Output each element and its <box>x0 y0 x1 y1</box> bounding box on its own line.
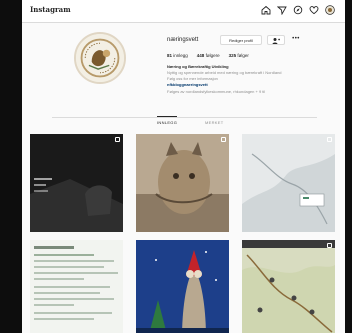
profile-avatar[interactable] <box>74 32 126 84</box>
post-thumbnail[interactable] <box>242 240 335 333</box>
tabs-divider <box>52 117 317 118</box>
profile-stats: 81 innlegg 448 følgere 325 følger <box>167 53 249 58</box>
post-thumbnail[interactable] <box>30 240 123 333</box>
instagram-logo[interactable]: Instagram <box>30 5 71 14</box>
top-navigation-bar: Instagram <box>22 0 345 23</box>
home-icon[interactable] <box>261 5 271 15</box>
settings-more-button[interactable]: ••• <box>290 35 302 45</box>
stat-posts[interactable]: 81 innlegg <box>167 53 188 58</box>
post-thumbnail[interactable] <box>136 240 229 333</box>
multiple-photos-icon <box>327 137 332 142</box>
tab-tagged[interactable]: Merket <box>205 120 223 125</box>
stat-following[interactable]: 325 følger <box>229 53 249 58</box>
direct-icon[interactable] <box>276 5 287 16</box>
followed-by[interactable]: Følges av nordlandsfylkeskommune, rhkund… <box>167 89 327 95</box>
tab-posts[interactable]: Innlegg <box>157 116 178 125</box>
post-thumbnail[interactable] <box>242 134 335 232</box>
stat-followers[interactable]: 448 følgere <box>197 53 220 58</box>
profile-bio: Næring og Bærekraftig Utvikling Nyttig o… <box>167 64 327 95</box>
multiple-photos-icon <box>115 137 120 142</box>
post-thumbnail[interactable] <box>136 134 229 232</box>
multiple-photos-icon <box>327 243 332 248</box>
more-options-icon: ••• <box>292 36 300 42</box>
profile-username: næringsvett <box>167 37 199 43</box>
edit-profile-button[interactable]: Rediger profil <box>220 35 262 45</box>
explore-icon[interactable] <box>293 5 303 15</box>
post-thumbnail[interactable] <box>30 134 123 232</box>
profile-avatar-icon[interactable] <box>325 5 335 15</box>
instagram-profile-screen: Instagram næringsvett Rediger profil •••… <box>22 0 345 333</box>
add-user-button[interactable] <box>267 35 285 45</box>
heart-icon[interactable] <box>309 5 319 15</box>
multiple-photos-icon <box>221 137 226 142</box>
nav-icons <box>261 5 335 16</box>
bio-link[interactable]: nfkbloggnaeringsvett <box>167 82 327 88</box>
